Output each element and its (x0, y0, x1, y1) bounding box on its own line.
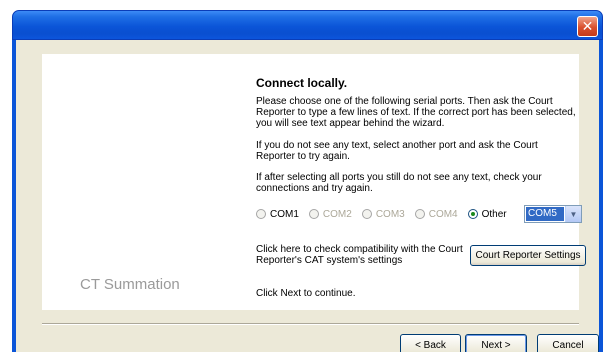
cancel-button[interactable]: Cancel (537, 334, 599, 352)
close-icon: ✕ (581, 18, 594, 35)
radio-icon (308, 209, 319, 219)
port-com4-radio: COM4 (414, 208, 458, 220)
port-com3-radio: COM3 (361, 208, 405, 220)
port-label: COM4 (428, 208, 458, 220)
wizard-window: ✕ CT Summation Connect locally. Please c… (12, 10, 603, 352)
back-button[interactable]: < Back (400, 334, 461, 352)
port-label: COM3 (375, 208, 405, 220)
troubleshoot-text: If after selecting all ports you still d… (256, 172, 542, 194)
other-port-select[interactable]: COM5 ▼ (524, 205, 582, 223)
radio-icon (256, 209, 266, 219)
window-body: CT Summation Connect locally. Please cho… (12, 40, 603, 352)
compatibility-text: Click here to check compatibility with t… (256, 244, 463, 266)
serial-port-group: COM1 COM2 COM3 COM4 Other COM5 ▼ (256, 205, 596, 223)
radio-checked-icon (467, 209, 478, 219)
title-bar[interactable]: ✕ (12, 10, 603, 40)
port-com2-radio: COM2 (308, 208, 352, 220)
court-reporter-settings-button[interactable]: Court Reporter Settings (470, 245, 586, 266)
instructions-text: Please choose one of the following seria… (256, 96, 576, 129)
port-other-radio[interactable]: Other (467, 208, 507, 220)
page-title: Connect locally. (256, 76, 348, 90)
divider (42, 323, 579, 325)
close-button[interactable]: ✕ (577, 16, 598, 37)
brand-label: CT Summation (80, 276, 180, 293)
port-label: Other (481, 208, 507, 220)
continue-text: Click Next to continue. (256, 288, 356, 299)
port-label: COM2 (322, 208, 352, 220)
port-label: COM1 (270, 208, 299, 220)
radio-icon (414, 209, 425, 219)
next-button[interactable]: Next > (465, 334, 527, 352)
other-port-value: COM5 (526, 207, 564, 221)
wizard-panel: CT Summation Connect locally. Please cho… (42, 54, 586, 310)
retry-text: If you do not see any text, select anoth… (256, 140, 538, 162)
chevron-down-icon[interactable]: ▼ (565, 206, 581, 222)
port-com1-radio[interactable]: COM1 (256, 209, 299, 220)
radio-icon (361, 209, 372, 219)
